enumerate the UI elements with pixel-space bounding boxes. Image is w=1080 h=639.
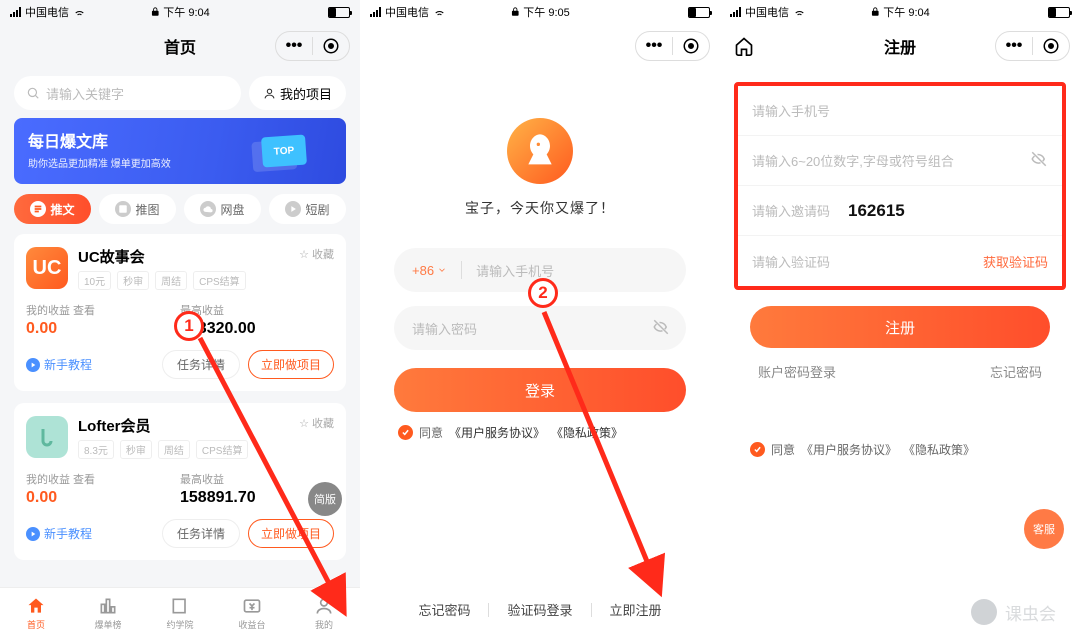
tutorial-link[interactable]: 新手教程 bbox=[26, 525, 154, 542]
eye-off-icon[interactable] bbox=[1030, 150, 1048, 171]
wifi-icon bbox=[433, 6, 446, 19]
tos-link[interactable]: 《用户服务协议》 bbox=[801, 441, 897, 458]
close-target-icon[interactable] bbox=[313, 32, 349, 60]
search-input[interactable]: 请输入关键字 bbox=[14, 76, 241, 110]
register-form-highlight: 请输入手机号 请输入6~20位数字,字母或符号组合 请输入邀请码162615 请… bbox=[734, 82, 1066, 290]
nav-mine[interactable]: 我的 bbox=[288, 588, 360, 639]
more-icon[interactable]: ••• bbox=[996, 32, 1032, 60]
tos-link[interactable]: 《用户服务协议》 bbox=[449, 424, 545, 441]
invite-input[interactable]: 请输入邀请码162615 bbox=[738, 186, 1062, 236]
tutorial-link[interactable]: 新手教程 bbox=[26, 356, 154, 373]
lock-icon bbox=[870, 7, 880, 17]
register-link[interactable]: 立即注册 bbox=[592, 600, 680, 619]
close-target-icon[interactable] bbox=[673, 32, 709, 60]
code-input[interactable]: 请输入验证码获取验证码 bbox=[738, 236, 1062, 286]
title-bar: ••• bbox=[360, 24, 720, 68]
page-title: 首页 bbox=[164, 34, 196, 58]
password-login-link[interactable]: 账户密码登录 bbox=[758, 362, 836, 381]
customer-service-button[interactable]: 客服 bbox=[1024, 509, 1064, 549]
title-bar: 首页 ••• bbox=[0, 24, 360, 68]
country-code[interactable]: +86 bbox=[412, 263, 447, 278]
battery-icon bbox=[1048, 7, 1070, 18]
status-bar: 中国电信 下午 9:04 bbox=[720, 0, 1080, 24]
category-tabs: 推文 推图 网盘 短剧 bbox=[0, 194, 360, 234]
search-icon bbox=[26, 86, 40, 100]
watermark-icon bbox=[971, 599, 997, 625]
tab-wangpan[interactable]: 网盘 bbox=[184, 194, 261, 224]
phone-input[interactable]: 请输入手机号 bbox=[738, 86, 1062, 136]
wifi-icon bbox=[73, 6, 86, 19]
signal-icon bbox=[730, 7, 741, 17]
status-bar: 中国电信 下午 9:05 bbox=[360, 0, 720, 24]
more-icon[interactable]: ••• bbox=[276, 32, 312, 60]
nav-school[interactable]: 约学院 bbox=[144, 588, 216, 639]
nav-home[interactable]: 首页 bbox=[0, 588, 72, 639]
privacy-link[interactable]: 《隐私政策》 bbox=[551, 424, 623, 441]
user-icon bbox=[263, 87, 276, 100]
battery-icon bbox=[688, 7, 710, 18]
lofter-app-icon bbox=[26, 416, 68, 458]
slogan: 宝子，今天你又爆了！ bbox=[394, 198, 686, 218]
forgot-link[interactable]: 忘记密码 bbox=[400, 600, 488, 619]
status-bar: 中国电信 下午 9:04 bbox=[0, 0, 360, 24]
wifi-icon bbox=[793, 6, 806, 19]
my-projects-button[interactable]: 我的项目 bbox=[249, 76, 346, 110]
chevron-down-icon bbox=[437, 265, 447, 275]
more-icon[interactable]: ••• bbox=[636, 32, 672, 60]
eye-off-icon[interactable] bbox=[652, 318, 670, 339]
password-input[interactable]: 请输入密码 bbox=[394, 306, 686, 350]
do-project-button[interactable]: 立即做项目 bbox=[248, 519, 334, 548]
daily-banner[interactable]: 每日爆文库 助你选品更加精准 爆单更加高效 TOP bbox=[14, 118, 346, 184]
code-login-link[interactable]: 验证码登录 bbox=[489, 600, 590, 619]
task-detail-button[interactable]: 任务详情 bbox=[162, 350, 240, 379]
tab-duanju[interactable]: 短剧 bbox=[269, 194, 346, 224]
do-project-button[interactable]: 立即做项目 bbox=[248, 350, 334, 379]
simple-badge[interactable]: 简版 bbox=[308, 482, 342, 516]
miniprogram-capsule[interactable]: ••• bbox=[995, 31, 1070, 61]
close-target-icon[interactable] bbox=[1033, 32, 1069, 60]
password-input[interactable]: 请输入6~20位数字,字母或符号组合 bbox=[738, 136, 1062, 186]
invite-code-value: 162615 bbox=[848, 201, 905, 221]
annotation-2: 2 bbox=[528, 278, 558, 308]
agree-checkbox[interactable]: 同意《用户服务协议》《隐私政策》 bbox=[750, 441, 1050, 458]
screen-register: 中国电信 下午 9:04 注册 ••• 请输入手机号 请输入6~20位数字,字母… bbox=[720, 0, 1080, 639]
forgot-link[interactable]: 忘记密码 bbox=[990, 362, 1042, 381]
privacy-link[interactable]: 《隐私政策》 bbox=[903, 441, 975, 458]
login-bottom-links: 忘记密码 验证码登录 立即注册 bbox=[360, 600, 720, 619]
miniprogram-capsule[interactable]: ••• bbox=[635, 31, 710, 61]
project-card-lofter[interactable]: 简版 ☆ 收藏 Lofter会员 8.3元 秒审 周结 CPS结算 我的收益 查… bbox=[14, 403, 346, 560]
login-button[interactable]: 登录 bbox=[394, 368, 686, 412]
nav-rank[interactable]: 爆单榜 bbox=[72, 588, 144, 639]
favorite-button[interactable]: ☆ 收藏 bbox=[299, 415, 334, 431]
miniprogram-capsule[interactable]: ••• bbox=[275, 31, 350, 61]
agree-checkbox[interactable]: 同意《用户服务协议》《隐私政策》 bbox=[394, 424, 686, 441]
tab-tuitu[interactable]: 推图 bbox=[99, 194, 176, 224]
bottom-nav: 首页 爆单榜 约学院 收益台 我的 bbox=[0, 587, 360, 639]
nav-revenue[interactable]: 收益台 bbox=[216, 588, 288, 639]
battery-icon bbox=[328, 7, 350, 18]
task-detail-button[interactable]: 任务详情 bbox=[162, 519, 240, 548]
signal-icon bbox=[10, 7, 21, 17]
home-icon[interactable] bbox=[734, 36, 754, 56]
register-button[interactable]: 注册 bbox=[750, 306, 1050, 348]
favorite-button[interactable]: ☆ 收藏 bbox=[299, 246, 334, 262]
top-icon: TOP bbox=[261, 135, 307, 168]
lock-icon bbox=[150, 7, 160, 17]
app-logo bbox=[507, 118, 573, 184]
tab-tuiwen[interactable]: 推文 bbox=[14, 194, 91, 224]
lock-icon bbox=[510, 7, 520, 17]
screen-login: 中国电信 下午 9:05 ••• 宝子，今天你又爆了！ +86 请输入手机号 请… bbox=[360, 0, 720, 639]
title-bar: 注册 ••• bbox=[720, 24, 1080, 68]
uc-app-icon: UC bbox=[26, 247, 68, 289]
get-code-button[interactable]: 获取验证码 bbox=[983, 252, 1048, 271]
watermark: 课虫会 bbox=[971, 599, 1056, 625]
annotation-1: 1 bbox=[174, 311, 204, 341]
page-title: 注册 bbox=[884, 34, 916, 58]
signal-icon bbox=[370, 7, 381, 17]
